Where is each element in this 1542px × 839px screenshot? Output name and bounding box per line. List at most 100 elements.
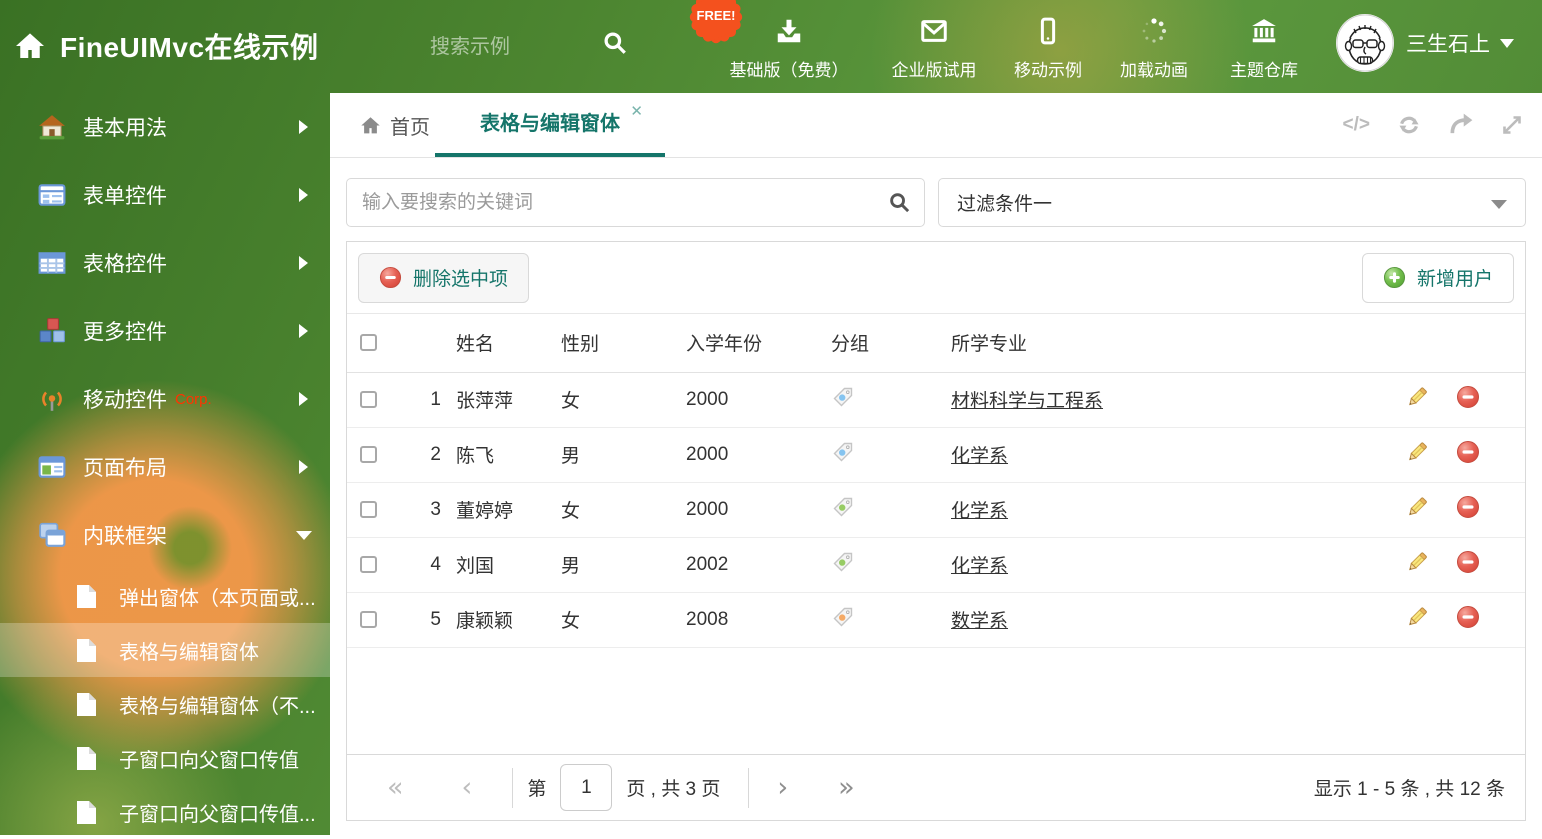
major-link[interactable]: 化学系 [951,556,1008,577]
sidebar-subitem-popup-window[interactable]: 弹出窗体（本页面或... [0,569,330,623]
tag-icon [833,387,853,406]
sidebar-item-page-layout[interactable]: 页面布局 [0,433,330,501]
edit-icon[interactable] [1405,385,1429,415]
sidebar-label: 更多控件 [83,321,167,344]
chevron-right-icon [299,324,308,338]
search-icon[interactable] [602,30,628,56]
sidebar-subitem-child-to-parent[interactable]: 子窗口向父窗口传值 [0,731,330,785]
sidebar-item-grid-controls[interactable]: 表格控件 [0,229,330,297]
header-search-input[interactable]: 搜索示例 [430,30,510,59]
nav-item-basic-edition[interactable]: 基础版（免费） [714,16,864,81]
sidebar-item-more-controls[interactable]: 更多控件 [0,297,330,365]
sidebar-sublabel: 子窗口向父窗口传值... [119,803,316,826]
sidebar-item-form-controls[interactable]: 表单控件 [0,161,330,229]
sidebar-sublabel: 弹出窗体（本页面或... [119,587,316,610]
page: FineUIMvc在线示例 搜索示例 FREE! 基础版（免费） 企业版试用 移… [0,0,1542,835]
filter-row: 过滤条件一 [346,178,1526,227]
cell-name: 陈飞 [441,427,561,483]
cell-name: 康颖颖 [441,592,561,648]
refresh-icon[interactable] [1396,112,1422,138]
delete-selected-button[interactable]: 删除选中项 [358,252,530,303]
sidebar-sublabel: 表格与编辑窗体 [119,641,259,664]
delete-icon[interactable] [1456,550,1480,580]
grid-header-row: 姓名 性别 入学年份 分组 所学专业 [347,314,1525,373]
data-grid: 姓名 性别 入学年份 分组 所学专业 1 张萍萍 女 2000 材料科学与工程系… [347,314,1525,648]
chevron-right-icon [299,256,308,270]
form-icon [38,184,66,206]
keyword-input[interactable] [346,178,925,227]
avatar [1336,14,1394,72]
delete-icon[interactable] [1456,440,1480,470]
tab-label: 表格与编辑窗体 [480,113,620,135]
table-row: 2 陈飞 男 2000 化学系 [347,427,1525,483]
chevron-down-icon [1500,38,1514,48]
sidebar-sublabel: 子窗口向父窗口传值 [119,749,299,772]
select-all-checkbox[interactable] [360,334,377,352]
tag-icon [833,552,853,571]
app-title: FineUIMvc在线示例 [60,32,319,63]
nav-item-theme-store[interactable]: 主题仓库 [1189,16,1339,81]
sidebar-item-mobile-controls[interactable]: 移动控件 Corp. [0,365,330,433]
edit-icon[interactable] [1405,605,1429,635]
home-icon [39,115,65,140]
cell-gender: 女 [561,482,686,538]
first-page-button[interactable]: « [387,774,404,801]
sidebar-item-basic-usage[interactable]: 基本用法 [0,93,330,161]
antenna-icon [42,391,62,411]
brand[interactable]: FineUIMvc在线示例 [14,26,319,66]
edit-icon[interactable] [1405,495,1429,525]
last-page-button[interactable]: » [838,774,855,801]
tab-strip: 首页 表格与编辑窗体 ✕ </> [330,93,1542,158]
major-link[interactable]: 材料科学与工程系 [951,391,1103,412]
search-icon[interactable] [888,191,911,214]
page-number-input[interactable]: 1 [560,764,613,811]
file-icon [77,692,96,716]
button-label: 删除选中项 [413,269,509,290]
sidebar-item-iframe[interactable]: 内联框架 [0,501,330,569]
cell-gender: 女 [561,592,686,648]
user-menu[interactable]: 三生石上 [1336,14,1514,72]
layout-icon [38,456,66,478]
nav-label: 主题仓库 [1230,61,1298,80]
chevron-down-icon [1491,200,1507,209]
bank-icon [1189,16,1339,50]
row-checkbox[interactable] [360,445,377,463]
active-tab-underline [435,153,665,157]
edit-icon[interactable] [1405,550,1429,580]
sidebar: 基本用法 表单控件 表格控件 更多控件 移动控件 Corp. 页面布局 内联框架… [0,93,330,835]
pagination-bar: « ‹ 第 1 页 , 共 3 页 › » 显示 1 - 5 条 , 共 12 … [347,754,1525,820]
row-checkbox[interactable] [360,555,377,573]
sidebar-subitem-grid-edit-window-2[interactable]: 表格与编辑窗体（不... [0,677,330,731]
tab-home[interactable]: 首页 [360,93,430,157]
row-checkbox[interactable] [360,610,377,628]
cell-gender: 男 [561,427,686,483]
grid-panel: 删除选中项 新增用户 姓名 性别 入学年份 分组 所学专业 1 张萍萍 女 20… [346,241,1526,821]
delete-icon[interactable] [1456,385,1480,415]
major-link[interactable]: 化学系 [951,501,1008,522]
sidebar-subitem-child-to-parent-2[interactable]: 子窗口向父窗口传值... [0,785,330,839]
tab-grid-edit-window[interactable]: 表格与编辑窗体 ✕ [435,93,665,157]
col-actions [1405,314,1525,373]
forward-icon[interactable] [1448,112,1474,138]
sidebar-subitem-grid-edit-window[interactable]: 表格与编辑窗体 [0,623,330,677]
expand-icon[interactable] [1500,113,1524,137]
add-user-button[interactable]: 新增用户 [1361,252,1514,303]
sidebar-label: 内联框架 [83,525,167,548]
cell-gender: 男 [561,537,686,593]
row-index: 5 [401,592,441,648]
next-page-button[interactable]: › [777,774,788,801]
tab-content: 过滤条件一 删除选中项 新增用户 [330,158,1542,821]
delete-icon[interactable] [1456,605,1480,635]
close-icon[interactable]: ✕ [630,104,643,119]
sidebar-sublabel: 表格与编辑窗体（不... [119,695,316,718]
row-checkbox[interactable] [360,390,377,408]
major-link[interactable]: 数学系 [951,611,1008,632]
table-row: 4 刘国 男 2002 化学系 [347,537,1525,593]
prev-page-button[interactable]: ‹ [462,774,473,801]
filter-dropdown[interactable]: 过滤条件一 [938,178,1526,227]
row-checkbox[interactable] [360,500,377,518]
edit-icon[interactable] [1405,440,1429,470]
delete-icon[interactable] [1456,495,1480,525]
code-icon[interactable]: </> [1343,114,1370,136]
major-link[interactable]: 化学系 [951,446,1008,467]
